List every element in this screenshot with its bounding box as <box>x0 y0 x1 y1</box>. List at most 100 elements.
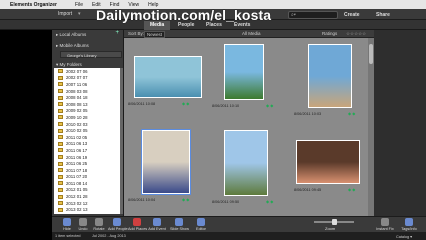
photo-content <box>309 45 351 107</box>
folder-item[interactable]: 2011 06 17 <box>54 147 120 154</box>
sidebar-mobile-albums[interactable]: ▸ Mobile Albums <box>56 43 89 49</box>
scrollbar-thumb[interactable] <box>369 44 373 64</box>
folder-icon <box>58 95 63 100</box>
catalog-button[interactable]: Catalog ▾ <box>396 234 412 239</box>
ratings-stars[interactable]: ☆☆☆☆☆ <box>346 31 366 37</box>
tags-info-button[interactable]: Tags/Info <box>400 218 418 231</box>
photo-thumbnail[interactable]: 8/06/2011 10:10 ◆ ◆ <box>210 42 288 126</box>
photo-image[interactable] <box>141 129 191 195</box>
zoom-knob[interactable] <box>332 219 337 225</box>
folder-name: 2009 10 28 <box>66 114 88 120</box>
folder-item[interactable]: 2013 02 13 <box>54 206 120 213</box>
folder-item[interactable]: 2008 03 08 <box>54 88 120 95</box>
tags-info-icon <box>405 218 413 226</box>
photo-image[interactable] <box>134 56 202 98</box>
folder-item[interactable]: 2012 01 28 <box>54 193 120 200</box>
search-input[interactable]: ⌕▾ <box>288 11 338 19</box>
photo-thumbnail[interactable]: 8/06/2011 09:50 ◆ ◆ <box>210 128 288 212</box>
media-grid: 8/06/2011 10:08 ◆ ◆ 8/06/2011 10:10 ◆ ◆ 8/06… <box>124 38 368 216</box>
folder-name: 2011 07 20 <box>66 174 88 180</box>
folder-item[interactable]: 2012 01 05 <box>54 187 120 194</box>
photo-image[interactable] <box>224 44 264 100</box>
folder-item[interactable]: 2011 07 20 <box>54 174 120 181</box>
editor-button[interactable]: Editor <box>192 218 210 231</box>
app-name[interactable]: Elements Organizer <box>10 2 57 8</box>
folder-icon <box>58 201 63 206</box>
sidebar-local-albums[interactable]: ▸ Local Albums <box>56 32 86 38</box>
button-label: Tags/Info <box>401 227 417 231</box>
sort-select[interactable]: Newest <box>144 30 166 38</box>
tag-icon[interactable]: ◆ ◆ <box>266 103 273 108</box>
folder-name: 2011 02 05 <box>66 134 88 140</box>
menu-file[interactable]: File <box>75 2 83 8</box>
folder-item[interactable]: 2013 02 12 <box>54 200 120 207</box>
add-album-icon[interactable]: + <box>115 30 119 36</box>
folder-item[interactable]: 2011 07 18 <box>54 167 120 174</box>
photo-image[interactable] <box>224 130 268 196</box>
zoom-slider[interactable] <box>314 219 354 225</box>
folder-name: 2011 06 25 <box>66 161 88 167</box>
folder-item[interactable]: 2008 08 13 <box>54 101 120 108</box>
folder-list: 2002 07 06 2002 07 07 2007 11 06 2008 03 08… <box>54 68 120 214</box>
photo-thumbnail[interactable]: 8/06/2011 09:45 ◆ ◆ <box>292 128 370 212</box>
folder-icon <box>58 181 63 186</box>
photo-content <box>297 141 359 183</box>
folder-item[interactable]: 2008 04 18 <box>54 94 120 101</box>
hide-icon <box>63 218 71 226</box>
folder-name: 2011 08 14 <box>66 180 88 186</box>
folder-item[interactable]: 2010 02 05 <box>54 127 120 134</box>
tag-icon[interactable]: ◆ ◆ <box>266 199 273 204</box>
chevron-down-icon[interactable]: ▾ <box>78 11 81 17</box>
folder-item[interactable]: 2002 07 06 <box>54 68 120 75</box>
folder-icon <box>58 161 63 166</box>
create-button[interactable]: Create <box>344 12 360 18</box>
photo-image[interactable] <box>308 44 352 108</box>
photo-content <box>225 45 263 99</box>
photo-date: 8/06/2011 10:04 <box>128 198 156 202</box>
folder-icon <box>58 122 63 127</box>
library-select[interactable]: George's Library <box>60 51 122 58</box>
photo-thumbnail[interactable]: 8/06/2011 10:03 ◆ ◆ <box>292 42 370 126</box>
photo-thumbnail[interactable]: 8/06/2011 10:08 ◆ ◆ <box>126 42 204 126</box>
folder-name: 2011 06 17 <box>66 147 88 153</box>
selection-status: 1 item selected <box>55 233 81 238</box>
library-label: George's Library <box>67 52 97 58</box>
instant-fix-button[interactable]: Instant Fix <box>376 218 394 231</box>
folder-scrollbar[interactable] <box>120 68 123 214</box>
folder-item[interactable]: 2011 02 05 <box>54 134 120 141</box>
add-event-button[interactable]: Add Event <box>148 218 166 231</box>
folder-item[interactable]: 2009 02 05 <box>54 108 120 115</box>
folder-name: 2002 07 07 <box>66 75 88 81</box>
photo-image[interactable] <box>296 140 360 184</box>
add-places-button[interactable]: Add Places <box>128 218 147 231</box>
folder-item[interactable]: 2011 06 19 <box>54 154 120 161</box>
tag-icon[interactable]: ◆ ◆ <box>348 111 355 116</box>
add-people-button[interactable]: Add People <box>108 218 128 231</box>
sidebar-label: Mobile Albums <box>59 43 89 48</box>
tag-icon[interactable]: ◆ ◆ <box>348 187 355 192</box>
import-button[interactable]: Import <box>58 11 72 17</box>
folder-item[interactable]: 2011 06 13 <box>54 141 120 148</box>
folder-name: 2012 01 28 <box>66 194 88 200</box>
rotate-button[interactable]: Rotate <box>90 218 108 231</box>
folder-item[interactable]: 2010 02 03 <box>54 121 120 128</box>
share-button[interactable]: Share <box>376 12 390 18</box>
slide-show-button[interactable]: Slide Show <box>170 218 189 231</box>
sidebar-label: Local Albums <box>59 32 87 37</box>
folder-name: 2008 03 08 <box>66 88 88 94</box>
tag-icon[interactable]: ◆ ◆ <box>182 101 189 106</box>
folder-item[interactable]: 2009 10 28 <box>54 114 120 121</box>
folder-name: 2008 08 13 <box>66 101 88 107</box>
folder-item[interactable]: 2007 11 06 <box>54 81 120 88</box>
button-label: Rotate <box>93 227 105 231</box>
filter-bar: Sort By: Newest All Media Ratings ☆☆☆☆☆ <box>124 30 374 38</box>
folder-icon <box>58 128 63 133</box>
folder-item[interactable]: 2011 08 14 <box>54 180 120 187</box>
zoom-label: Zoom <box>325 226 336 231</box>
folder-item[interactable]: 2002 07 07 <box>54 75 120 82</box>
folder-icon <box>58 135 63 140</box>
folder-item[interactable]: 2011 06 25 <box>54 160 120 167</box>
tag-icon[interactable]: ◆ ◆ <box>182 197 189 202</box>
photo-thumbnail[interactable]: 8/06/2011 10:04 ◆ ◆ <box>126 128 204 212</box>
folder-icon <box>58 194 63 199</box>
